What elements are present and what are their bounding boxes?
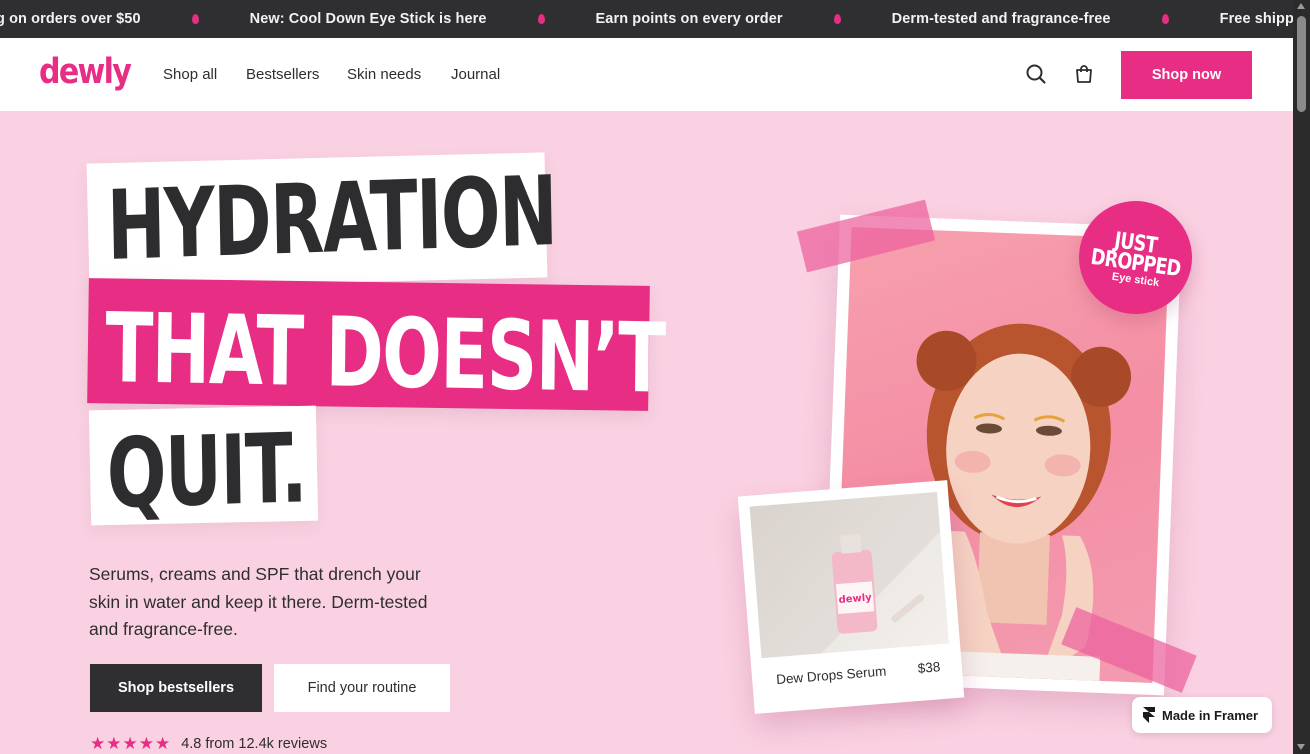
headline-line-1: HYDRATION bbox=[106, 154, 558, 282]
announcement-track: g on orders over $50 New: Cool Down Eye … bbox=[0, 0, 1293, 38]
drop-icon bbox=[191, 14, 199, 24]
search-icon[interactable] bbox=[1024, 62, 1048, 86]
drop-icon bbox=[1161, 14, 1169, 24]
just-dropped-badge[interactable]: JUST DROPPED Eye stick bbox=[1079, 201, 1192, 314]
rating-text: 4.8 from 12.4k reviews bbox=[181, 736, 328, 752]
shop-now-button[interactable]: Shop now bbox=[1121, 51, 1252, 99]
product-card[interactable]: dewly Dew Drops Serum $38 bbox=[737, 480, 965, 714]
nav-link-journal[interactable]: Journal bbox=[451, 66, 500, 83]
framer-label: Made in Framer bbox=[1162, 707, 1259, 723]
hero-subtext: Serums, creams and SPF that drench your … bbox=[89, 564, 428, 639]
announcement-bar: g on orders over $50 New: Cool Down Eye … bbox=[0, 0, 1293, 38]
product-photo: dewly bbox=[749, 491, 949, 659]
announcement-item: Derm-tested and fragrance-free bbox=[891, 11, 1111, 27]
announcement-item: New: Cool Down Eye Stick is here bbox=[249, 11, 487, 27]
rating: ★★★★★ 4.8 from 12.4k reviews bbox=[90, 734, 327, 754]
nav-link-shop-all[interactable]: Shop all bbox=[163, 66, 217, 83]
find-routine-button[interactable]: Find your routine bbox=[274, 664, 450, 712]
star-rating-icon: ★★★★★ bbox=[90, 734, 172, 753]
scroll-up-icon[interactable] bbox=[1297, 3, 1305, 9]
bag-icon[interactable] bbox=[1072, 62, 1096, 86]
product-price: $38 bbox=[917, 659, 941, 676]
drop-icon bbox=[537, 14, 545, 24]
logo[interactable]: dewly bbox=[39, 52, 132, 92]
headline-line-3: QUIT. bbox=[106, 412, 307, 530]
announcement-item: g on orders over $50 bbox=[0, 11, 141, 27]
scroll-thumb[interactable] bbox=[1297, 16, 1306, 112]
nav-link-skin-needs[interactable]: Skin needs bbox=[347, 66, 421, 83]
made-in-framer-badge[interactable]: Made in Framer bbox=[1132, 697, 1272, 733]
main-nav: dewly Shop all Bestsellers Skin needs Jo… bbox=[0, 38, 1293, 111]
nav-link-bestsellers[interactable]: Bestsellers bbox=[246, 66, 319, 83]
headline-line-2: THAT DOESN’T bbox=[104, 292, 666, 415]
drop-icon bbox=[833, 14, 841, 24]
page-scrollbar[interactable] bbox=[1293, 0, 1310, 754]
announcement-item: Free shipping on o bbox=[1219, 11, 1293, 27]
announcement-item: Earn points on every order bbox=[595, 11, 783, 27]
product-name: Dew Drops Serum bbox=[775, 663, 887, 688]
shop-bestsellers-button[interactable]: Shop bestsellers bbox=[90, 664, 262, 712]
framer-icon bbox=[1142, 707, 1156, 723]
scroll-down-icon[interactable] bbox=[1297, 744, 1305, 750]
